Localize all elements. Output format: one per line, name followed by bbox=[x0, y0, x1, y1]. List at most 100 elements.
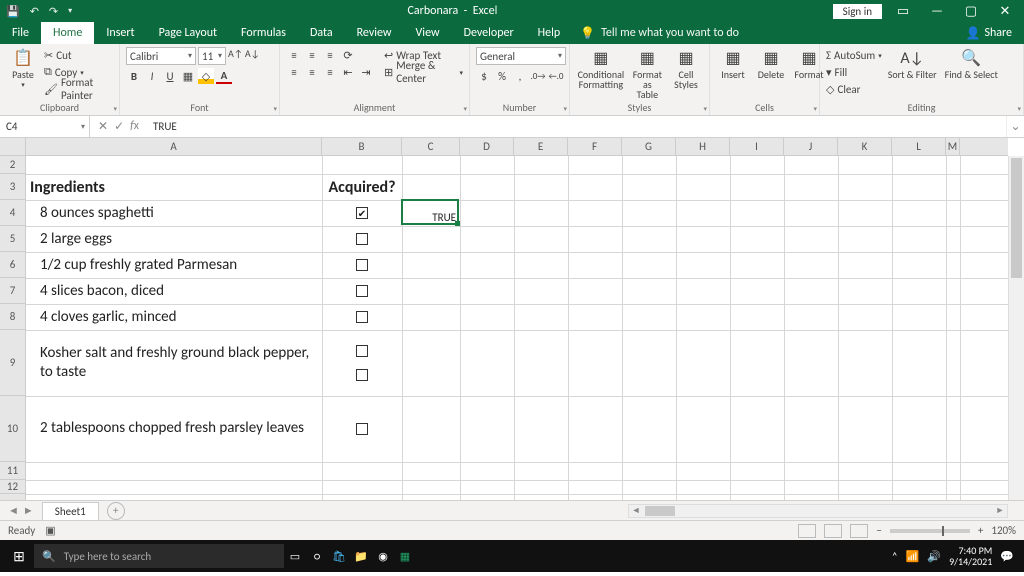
col-header-J[interactable]: J bbox=[784, 138, 838, 155]
horizontal-scrollbar[interactable]: ◄ ► bbox=[628, 504, 1008, 518]
col-header-L[interactable]: L bbox=[892, 138, 946, 155]
zoom-slider[interactable] bbox=[890, 529, 970, 533]
ingredient-4[interactable]: 8 ounces spaghetti bbox=[26, 200, 322, 226]
checkbox-6[interactable] bbox=[356, 259, 368, 271]
row-headers[interactable]: 23456789101112 bbox=[0, 156, 26, 500]
col-header-H[interactable]: H bbox=[676, 138, 730, 155]
checkbox-9a[interactable] bbox=[356, 345, 368, 357]
col-header-C[interactable]: C bbox=[402, 138, 460, 155]
page-layout-view-button[interactable] bbox=[824, 524, 842, 538]
align-top-icon[interactable]: ≡ bbox=[286, 47, 302, 63]
sheet-nav-next-icon[interactable]: ► bbox=[23, 504, 34, 517]
tab-help[interactable]: Help bbox=[526, 22, 573, 44]
zoom-out-button[interactable]: − bbox=[876, 524, 881, 537]
taskbar-clock[interactable]: 7:40 PM 9/14/2021 bbox=[949, 545, 992, 567]
col-header-A[interactable]: A bbox=[26, 138, 322, 155]
new-sheet-button[interactable]: + bbox=[107, 502, 125, 520]
row-header-4[interactable]: 4 bbox=[0, 200, 25, 226]
align-right-icon[interactable]: ≡ bbox=[322, 64, 338, 80]
italic-button[interactable]: I bbox=[144, 68, 160, 84]
sort-filter-button[interactable]: A↓Sort & Filter bbox=[886, 47, 939, 80]
vertical-scroll-thumb[interactable] bbox=[1011, 158, 1022, 278]
tab-page-layout[interactable]: Page Layout bbox=[147, 22, 229, 44]
tab-review[interactable]: Review bbox=[345, 22, 404, 44]
tab-view[interactable]: View bbox=[404, 22, 452, 44]
find-select-button[interactable]: 🔍Find & Select bbox=[943, 47, 1000, 80]
checkbox-8[interactable] bbox=[356, 311, 368, 323]
select-all-corner[interactable] bbox=[0, 138, 26, 156]
notifications-icon[interactable]: 💬 bbox=[1000, 550, 1014, 563]
row-header-6[interactable]: 6 bbox=[0, 252, 25, 278]
start-button[interactable]: ⊞ bbox=[4, 548, 34, 565]
sheet-nav-prev-icon[interactable]: ◄ bbox=[8, 504, 19, 517]
fill-color-button[interactable]: ◇ bbox=[198, 68, 214, 84]
acquired-cell-7[interactable] bbox=[322, 278, 402, 304]
checkbox-7[interactable] bbox=[356, 285, 368, 297]
name-box[interactable]: C4 bbox=[0, 116, 90, 137]
col-header-B[interactable]: B bbox=[322, 138, 402, 155]
ribbon-options-icon[interactable]: ▭ bbox=[890, 4, 916, 19]
cut-button[interactable]: ✂Cut bbox=[44, 47, 113, 63]
share-button[interactable]: 👤 Share bbox=[953, 22, 1024, 44]
merge-center-button[interactable]: ⊞Merge & Center▾ bbox=[384, 64, 463, 80]
maximize-button[interactable]: ▢ bbox=[958, 4, 984, 19]
border-button[interactable]: ▦ bbox=[180, 68, 196, 84]
fx-icon[interactable]: fx bbox=[130, 119, 139, 134]
col-header-I[interactable]: I bbox=[730, 138, 784, 155]
checkbox-10[interactable] bbox=[356, 423, 368, 435]
conditional-formatting-button[interactable]: ▦Conditional Formatting bbox=[576, 47, 626, 90]
ingredient-7[interactable]: 4 slices bacon, diced bbox=[26, 278, 322, 304]
tab-data[interactable]: Data bbox=[298, 22, 345, 44]
row-header-2[interactable]: 2 bbox=[0, 156, 25, 174]
delete-cells-button[interactable]: ▦Delete bbox=[754, 47, 788, 80]
worksheet-grid[interactable]: ABCDEFGHIJKLM 23456789101112 Ingredients… bbox=[0, 138, 1024, 500]
ingredient-6[interactable]: 1/2 cup freshly grated Parmesan bbox=[26, 252, 322, 278]
checkbox-4[interactable]: ✔ bbox=[356, 207, 368, 219]
autosum-button[interactable]: ΣAutoSum▾ bbox=[826, 47, 882, 63]
tab-home[interactable]: Home bbox=[41, 22, 94, 44]
tell-me[interactable]: 💡 Tell me what you want to do bbox=[580, 22, 739, 44]
ingredients-header[interactable]: Ingredients bbox=[26, 174, 322, 200]
acquired-cell-9[interactable] bbox=[322, 330, 402, 396]
fill-button[interactable]: ▾Fill bbox=[826, 64, 882, 80]
horizontal-scroll-thumb[interactable] bbox=[645, 506, 675, 516]
increase-font-icon[interactable]: A↑ bbox=[228, 47, 243, 65]
taskbar-app-chrome[interactable]: ◉ bbox=[372, 545, 394, 567]
percent-icon[interactable]: % bbox=[494, 68, 510, 84]
inc-decimal-icon[interactable]: .0→ bbox=[530, 68, 546, 84]
row-header-9[interactable]: 9 bbox=[0, 330, 25, 396]
row-header-5[interactable]: 5 bbox=[0, 226, 25, 252]
align-bottom-icon[interactable]: ≡ bbox=[322, 47, 338, 63]
close-button[interactable]: ✕ bbox=[992, 4, 1018, 19]
currency-icon[interactable]: $ bbox=[476, 68, 492, 84]
ingredient-8[interactable]: 4 cloves garlic, minced bbox=[26, 304, 322, 330]
hscroll-right-icon[interactable]: ► bbox=[993, 505, 1007, 516]
acquired-header[interactable]: Acquired? bbox=[322, 174, 402, 200]
cancel-formula-icon[interactable]: ✕ bbox=[98, 119, 108, 134]
minimize-button[interactable]: — bbox=[924, 4, 950, 19]
ingredient-10[interactable]: 2 tablespoons chopped fresh parsley leav… bbox=[26, 396, 322, 462]
align-middle-icon[interactable]: ≡ bbox=[304, 47, 320, 63]
checkbox-5[interactable] bbox=[356, 233, 368, 245]
page-break-view-button[interactable] bbox=[850, 524, 868, 538]
taskbar-search[interactable]: 🔍 Type here to search bbox=[34, 544, 284, 568]
row-header-11[interactable]: 11 bbox=[0, 462, 25, 480]
align-center-icon[interactable]: ≡ bbox=[304, 64, 320, 80]
normal-view-button[interactable] bbox=[798, 524, 816, 538]
hscroll-left-icon[interactable]: ◄ bbox=[629, 505, 643, 516]
acquired-cell-8[interactable] bbox=[322, 304, 402, 330]
format-as-table-button[interactable]: ▦Format as Table bbox=[630, 47, 665, 100]
linked-cell-value[interactable]: TRUE bbox=[402, 200, 460, 226]
tray-chevron-icon[interactable]: ˄ bbox=[892, 550, 898, 563]
sheet-tab[interactable]: Sheet1 bbox=[42, 502, 99, 520]
col-header-K[interactable]: K bbox=[838, 138, 892, 155]
ingredient-9[interactable]: Kosher salt and freshly ground black pep… bbox=[26, 330, 322, 396]
tab-insert[interactable]: Insert bbox=[94, 22, 146, 44]
tab-formulas[interactable]: Formulas bbox=[229, 22, 298, 44]
taskbar-app-cortana[interactable]: ○ bbox=[306, 545, 328, 567]
row-header-8[interactable]: 8 bbox=[0, 304, 25, 330]
row-header-12[interactable]: 12 bbox=[0, 480, 25, 494]
save-icon[interactable]: 💾 bbox=[6, 5, 20, 18]
acquired-cell-10[interactable] bbox=[322, 396, 402, 462]
underline-button[interactable]: U bbox=[162, 68, 178, 84]
